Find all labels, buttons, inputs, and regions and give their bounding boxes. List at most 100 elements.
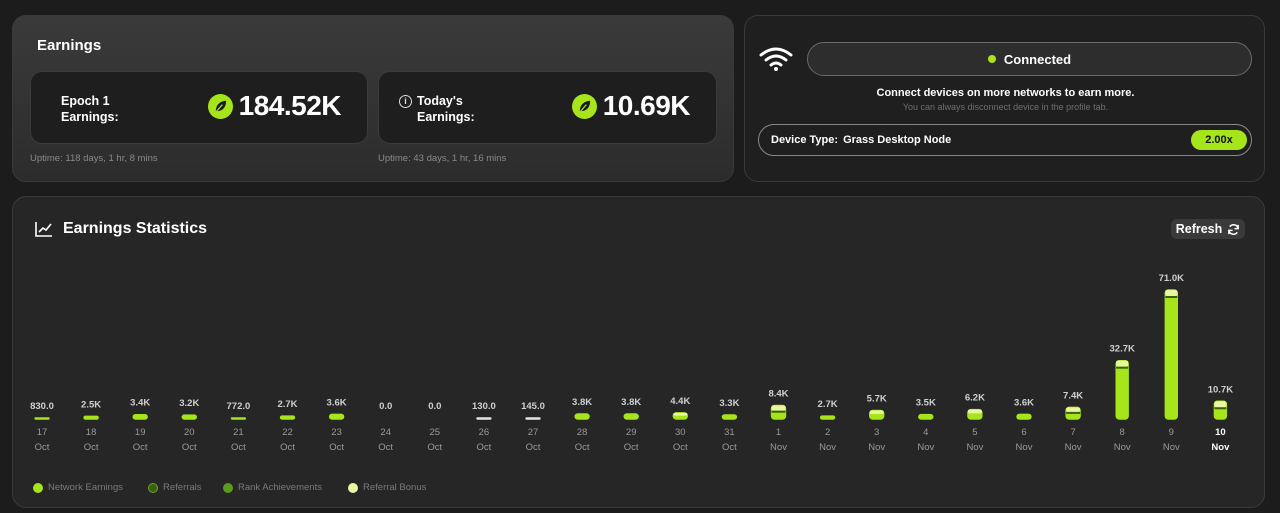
chart-tick-label-day: 24 <box>380 427 391 438</box>
chart-tick-label-month: Oct <box>231 442 246 453</box>
chart-value-label: 5.7K <box>867 393 887 404</box>
legend-label: Referrals <box>163 482 202 493</box>
leaf-icon <box>207 93 233 119</box>
chart-bar <box>1015 413 1033 421</box>
chart-bar <box>379 419 393 420</box>
chart-value-label: 3.2K <box>179 398 199 409</box>
epoch-uptime: Uptime: 118 days, 1 hr, 8 mins <box>30 153 158 164</box>
chart-tick-label-month: Nov <box>1065 442 1082 453</box>
chart-tick-label-day: 3 <box>874 427 879 438</box>
chart-tick-label-month: Nov <box>1211 442 1230 453</box>
today-earnings-card: i Today's Earnings: 10.69K <box>378 71 717 144</box>
refresh-icon <box>1228 223 1240 235</box>
chart-bar-segment <box>1066 407 1081 412</box>
chart-bar-segment <box>1165 296 1178 298</box>
today-earnings-value-group: 10.69K <box>571 90 691 122</box>
chart-tick-label-month: Oct <box>378 442 393 453</box>
legend-referral-bonus[interactable]: Referral Bonus <box>348 482 426 493</box>
disconnect-hint: You can always disconnect device in the … <box>902 102 1109 112</box>
chart-tick-label-month: Oct <box>477 442 492 453</box>
chart-tick-label-month: Nov <box>819 442 836 453</box>
chart-bar-segment <box>967 409 982 414</box>
wifi-icon <box>759 47 793 71</box>
chart-tick-label-day: 23 <box>331 427 342 438</box>
chart-value-label: 3.4K <box>130 398 150 409</box>
chart-bar <box>475 416 493 421</box>
chart-tick-label-day: 4 <box>923 427 928 438</box>
chart-value-label: 2.7K <box>818 399 838 410</box>
chart-bar <box>819 414 836 421</box>
chart-tick-label-day: 25 <box>430 427 441 438</box>
earnings-statistics-title: Earnings Statistics <box>63 220 208 237</box>
legend-referrals[interactable]: Referrals <box>148 482 202 493</box>
chart-tick-label-day: 26 <box>479 427 490 438</box>
earnings-panel: Earnings Epoch 1 Earnings: 184.52K i Tod… <box>12 15 734 182</box>
legend-dot <box>223 482 233 493</box>
chart-tick-label-month: Oct <box>427 442 442 453</box>
chart-tick-label-day: 31 <box>724 427 735 438</box>
chart-bar-segment <box>1116 360 1129 367</box>
chart-value-label: 3.6K <box>327 397 347 408</box>
chart-tick-label-month: Nov <box>917 442 934 453</box>
chart-tick-label-month: Nov <box>868 442 885 453</box>
epoch-earnings-card: Epoch 1 Earnings: 184.52K <box>30 71 368 144</box>
earnings-statistics-panel: 830.0 17 Oct 2.5K 18 Oct 3.4K 19 Oct 3.2K 20 Oct 772… <box>12 196 1265 508</box>
chart-value-label: 4.4K <box>670 396 690 407</box>
chart-tick-label-day: 8 <box>1120 427 1125 438</box>
chart-bar <box>524 416 542 421</box>
chart-bar <box>721 413 738 421</box>
chart-tick-label-month: Oct <box>133 442 148 453</box>
chart-tick-label-day: 6 <box>1021 427 1026 438</box>
today-label-line2: Earnings: <box>417 110 475 124</box>
chart-value-label: 3.6K <box>1014 397 1034 408</box>
network-panel: Connected Connect devices on more networ… <box>744 15 1265 182</box>
chart-tick-label-month: Oct <box>84 442 99 453</box>
connection-status-button[interactable]: Connected <box>807 42 1252 76</box>
legend-label: Rank Achievements <box>238 482 322 493</box>
chart-value-label: 2.7K <box>277 399 297 410</box>
chart-tick-label-month: Oct <box>280 442 295 453</box>
chart-tick-label-month: Nov <box>1114 442 1131 453</box>
chart-value-label: 0.0 <box>379 401 392 412</box>
chart-value-label: 7.4K <box>1063 390 1083 401</box>
chart-bar <box>1164 288 1179 421</box>
chart-bar-segment <box>1214 407 1227 410</box>
chart-tick-label-day: 2 <box>825 427 830 438</box>
chart-bar <box>181 413 198 421</box>
multiplier-badge: 2.00x <box>1191 130 1247 150</box>
chart-tick-label-day: 10 <box>1215 427 1226 438</box>
chart-tick-label-month: Oct <box>722 442 737 453</box>
legend-rank-achievements[interactable]: Rank Achievements <box>223 482 322 493</box>
chart-value-label: 0.0 <box>428 401 441 412</box>
epoch-earnings-value-group: 184.52K <box>207 90 342 122</box>
chart-bar <box>131 413 149 421</box>
chart-bar-segment <box>869 410 884 414</box>
chart-tick-label-day: 9 <box>1169 427 1174 438</box>
today-uptime: Uptime: 43 days, 1 hr, 16 mins <box>378 153 507 164</box>
chart-bar <box>622 412 640 421</box>
chart-tick-label-month: Nov <box>1016 442 1033 453</box>
legend-network-earnings[interactable]: Network Earnings <box>33 482 123 493</box>
chart-bar <box>328 413 345 421</box>
today-label-line1: Today's <box>417 94 463 108</box>
chart-tick-label-day: 18 <box>86 427 97 438</box>
chart-bar <box>279 414 296 421</box>
chart-tick-label-day: 7 <box>1070 427 1075 438</box>
chart-tick-label-day: 22 <box>282 427 293 438</box>
chart-bar-segment <box>673 412 688 416</box>
chart-value-label: 3.8K <box>572 397 592 408</box>
today-earnings-value: 10.69K <box>602 90 691 121</box>
chart-value-label: 3.3K <box>719 398 739 409</box>
chart-tick-label-day: 30 <box>675 427 686 438</box>
info-icon[interactable]: i <box>399 95 412 108</box>
leaf-icon <box>571 93 597 119</box>
chart-bar <box>33 416 51 421</box>
trending-chart-icon <box>35 222 52 237</box>
chart-bar-segment <box>771 410 786 413</box>
refresh-button[interactable]: Refresh <box>1171 219 1245 239</box>
chart-bar <box>230 416 247 421</box>
status-dot <box>987 55 996 63</box>
chart-value-label: 32.7K <box>1110 344 1135 355</box>
legend-dot <box>148 482 158 493</box>
chart-tick-label-month: Oct <box>35 442 50 453</box>
